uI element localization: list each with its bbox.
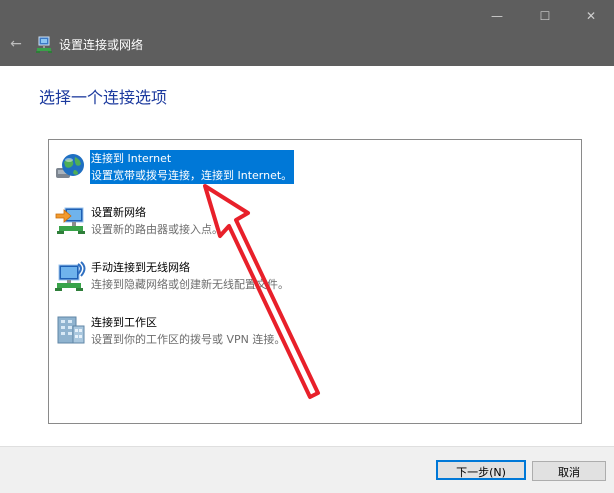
- next-button[interactable]: 下一步(N): [436, 460, 526, 480]
- wireless-network-icon: [53, 259, 87, 293]
- option-description: 连接到隐藏网络或创建新无线配置文件。: [91, 278, 289, 291]
- option-description: 设置新的路由器或接入点。: [91, 223, 223, 236]
- option-description: 设置宽带或拨号连接，连接到 Internet。: [91, 169, 293, 182]
- option-title: 设置新网络: [91, 206, 146, 219]
- back-arrow-icon[interactable]: ←: [6, 34, 26, 54]
- option-connect-workplace[interactable]: 连接到工作区 设置到你的工作区的拨号或 VPN 连接。: [49, 314, 569, 358]
- option-title: 手动连接到无线网络: [91, 261, 190, 274]
- new-network-router-icon: [53, 204, 87, 238]
- minimize-button[interactable]: —: [474, 0, 520, 32]
- connection-options-list: 连接到 Internet 设置宽带或拨号连接，连接到 Internet。 设置新…: [48, 139, 582, 424]
- workplace-vpn-icon: [53, 314, 87, 348]
- option-manual-wireless[interactable]: 手动连接到无线网络 连接到隐藏网络或创建新无线配置文件。: [49, 259, 569, 303]
- title-bar: — ☐ ✕ ← 设置连接或网络: [0, 0, 614, 66]
- globe-internet-icon: [53, 150, 87, 184]
- option-connect-internet[interactable]: 连接到 Internet 设置宽带或拨号连接，连接到 Internet。: [49, 150, 569, 194]
- page-heading: 选择一个连接选项: [39, 88, 168, 107]
- dialog-footer: 下一步(N) 取消: [0, 446, 614, 493]
- option-new-network[interactable]: 设置新网络 设置新的路由器或接入点。: [49, 204, 569, 248]
- maximize-button[interactable]: ☐: [522, 0, 568, 32]
- option-title: 连接到 Internet: [91, 152, 172, 165]
- option-title: 连接到工作区: [91, 316, 157, 329]
- option-description: 设置到你的工作区的拨号或 VPN 连接。: [91, 333, 286, 346]
- cancel-button[interactable]: 取消: [532, 461, 606, 481]
- window-title: 设置连接或网络: [59, 38, 144, 52]
- network-setup-icon: [35, 36, 53, 54]
- close-button[interactable]: ✕: [568, 0, 614, 32]
